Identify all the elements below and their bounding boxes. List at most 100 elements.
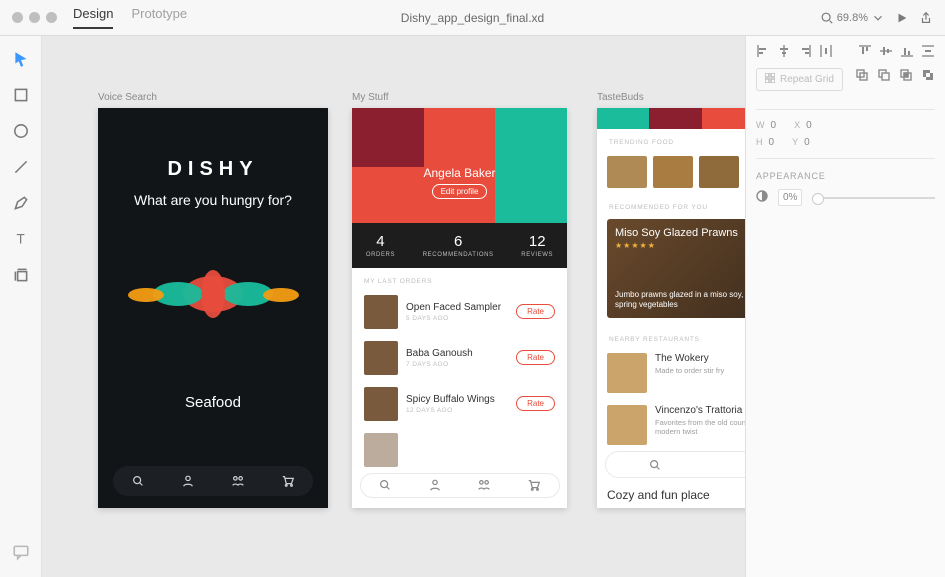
trending-row[interactable] [597,150,745,194]
star-rating: ★★★★★ [615,241,745,250]
restaurant-thumbnail [607,405,647,445]
inspector-panel: Repeat Grid W0 X0 H0 Y0 APPEARANCE 0% [745,36,945,577]
opacity-icon [756,190,768,205]
tab-design[interactable]: Design [73,6,113,29]
list-item[interactable]: Open Faced Sampler5 DAYS AGO Rate [352,289,567,335]
hero-title: TasteBuds [702,108,746,129]
cart-icon[interactable] [281,474,295,488]
user-icon[interactable] [428,478,442,492]
opacity-control[interactable]: 0% [756,189,935,206]
profile-name: Angela Baker [352,166,567,180]
text-tool[interactable]: T [12,230,30,248]
bool-exclude-icon[interactable] [921,68,935,82]
artboard-voice-search[interactable]: Voice Search DISHY What are you hungry f… [98,92,328,508]
list-item[interactable] [352,427,567,473]
feedback-icon[interactable] [12,543,30,561]
mode-tabs: Design Prototype [73,6,187,29]
share-icon[interactable] [919,11,933,25]
voice-wave-graphic [123,264,303,324]
voice-prompt: What are you hungry for? [134,191,292,209]
x-value[interactable]: 0 [806,120,812,131]
stat-value: 12 [521,233,553,250]
traffic-minimize[interactable] [29,12,40,23]
brand-logo-text: DISHY [167,158,258,181]
cart-icon[interactable] [527,478,541,492]
artboard-my-stuff[interactable]: My Stuff Angela Baker Edit profile 4 ORDE… [352,92,567,508]
order-title: Baba Ganoush [406,348,508,359]
design-canvas[interactable]: Voice Search DISHY What are you hungry f… [42,36,745,577]
stat-label: ORDERS [366,252,395,258]
document-title: Dishy_app_design_final.xd [401,11,544,25]
distribute-h-icon[interactable] [819,44,833,58]
bool-intersect-icon[interactable] [899,68,913,82]
tab-prototype[interactable]: Prototype [131,6,187,29]
rate-button[interactable]: Rate [516,396,555,411]
artboard-tastebuds[interactable]: TasteBuds TasteBuds TRENDING FOOD RECOMM… [597,92,745,508]
stat-label: REVIEWS [521,252,553,258]
y-value[interactable]: 0 [804,137,810,148]
x-label: X [794,120,800,130]
stat-value: 6 [423,233,494,250]
pen-tool[interactable] [12,194,30,212]
search-icon[interactable] [648,458,662,472]
list-item[interactable]: Spicy Buffalo Wings12 DAYS AGO Rate [352,381,567,427]
opacity-value[interactable]: 0% [778,189,802,206]
artboard-label[interactable]: Voice Search [98,92,328,103]
align-hcenter-icon[interactable] [777,44,791,58]
align-bottom-icon[interactable] [900,44,914,58]
group-icon[interactable] [477,478,491,492]
repeat-grid-button[interactable]: Repeat Grid [756,68,843,91]
list-item[interactable]: Baba Ganoush 7 DAYS AGO Rate [352,335,567,381]
list-item[interactable]: The Wokery Made to order stir fry [597,347,745,399]
play-icon[interactable] [895,11,909,25]
zoom-value: 69.8% [837,12,868,24]
search-icon[interactable] [131,474,145,488]
feature-card[interactable]: Miso Soy Glazed Prawns ★★★★★ Jumbo prawn… [607,219,745,318]
align-left-icon[interactable] [756,44,770,58]
restaurant-thumbnail [607,353,647,393]
align-vcenter-icon[interactable] [879,44,893,58]
order-subtitle: 7 DAYS AGO [406,361,508,368]
artboard-label[interactable]: TasteBuds [597,92,745,103]
rate-button[interactable]: Rate [516,350,555,365]
opacity-slider[interactable] [812,197,935,199]
h-value[interactable]: 0 [769,137,775,148]
trending-heading: TRENDING FOOD [597,129,745,150]
select-tool[interactable] [12,50,30,68]
restaurant-title: Vincenzo's Trattoria [655,405,745,416]
user-icon[interactable] [181,474,195,488]
group-icon[interactable] [231,474,245,488]
stat-value: 4 [366,233,395,250]
traffic-close[interactable] [12,12,23,23]
traffic-zoom[interactable] [46,12,57,23]
restaurant-title: The Wokery [655,353,745,364]
h-label: H [756,137,763,147]
rectangle-tool[interactable] [12,86,30,104]
align-right-icon[interactable] [798,44,812,58]
line-tool[interactable] [12,158,30,176]
ellipse-tool[interactable] [12,122,30,140]
w-label: W [756,120,765,130]
align-top-icon[interactable] [858,44,872,58]
titlebar: Design Prototype Dishy_app_design_final.… [0,0,945,36]
list-item[interactable]: Vincenzo's Trattoria Favorites from the o… [597,399,745,451]
hero-strip: TasteBuds [597,108,745,129]
distribute-v-icon[interactable] [921,44,935,58]
artboard-label[interactable]: My Stuff [352,92,567,103]
zoom-control[interactable]: 69.8% [820,11,885,25]
rate-button[interactable]: Rate [516,304,555,319]
w-value[interactable]: 0 [771,120,777,131]
order-subtitle: 5 DAYS AGO [406,315,508,322]
restaurant-subtitle: Favorites from the old country with a mo… [655,418,745,436]
bool-subtract-icon[interactable] [877,68,891,82]
bool-union-icon[interactable] [855,68,869,82]
chevron-down-icon [871,11,885,25]
artboard-tool[interactable] [12,266,30,284]
tool-rail: T [0,36,42,577]
stats-row: 4ORDERS 6RECOMMENDATIONS 12REVIEWS [352,223,567,268]
search-icon[interactable] [378,478,392,492]
grid-icon [765,73,775,86]
voice-answer: Seafood [185,394,241,411]
restaurant-subtitle: Made to order stir fry [655,366,745,375]
edit-profile-button[interactable]: Edit profile [432,184,488,199]
